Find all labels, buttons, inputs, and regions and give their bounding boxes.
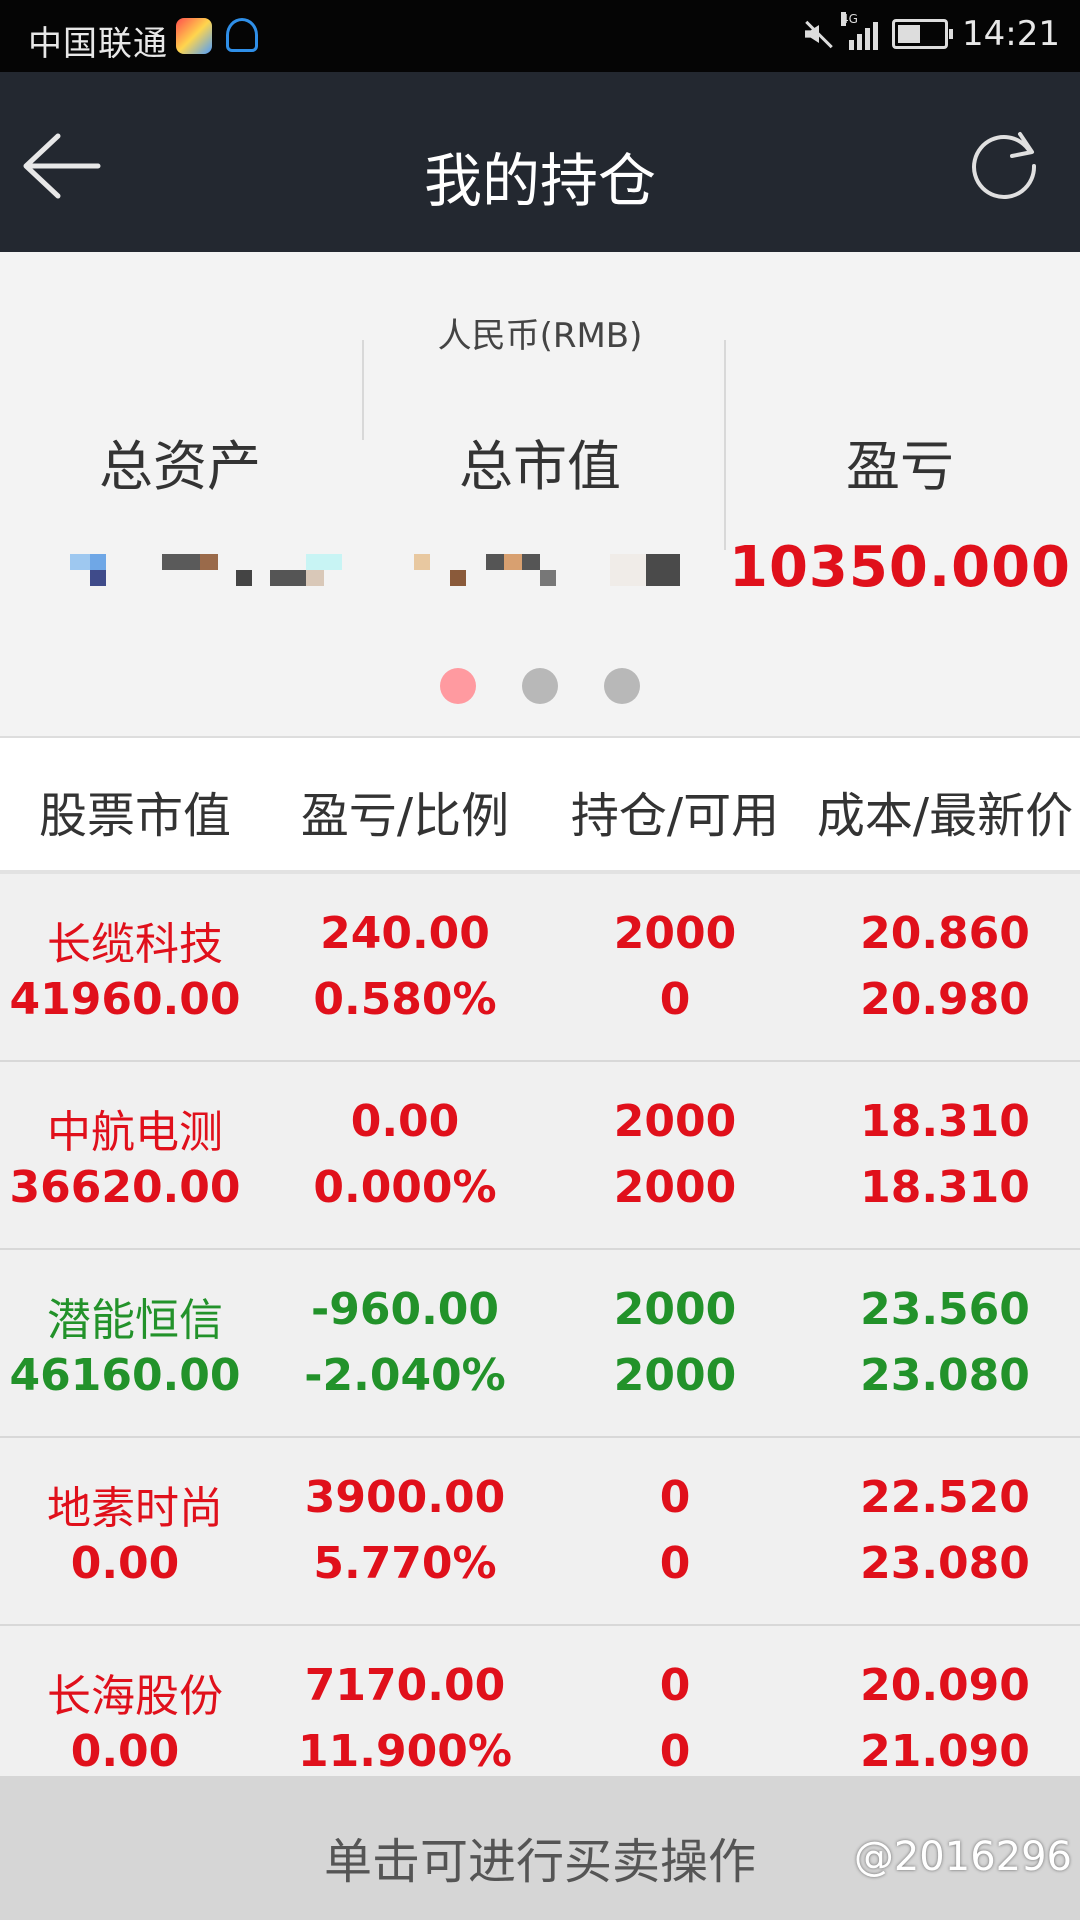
latest-price: 23.080 — [860, 1350, 1030, 1401]
profit-loss-ratio: 5.770% — [313, 1538, 497, 1589]
cost-price: 20.090 — [860, 1660, 1030, 1711]
available: 0 — [659, 974, 691, 1025]
stock-name: 潜能恒信 — [47, 1295, 223, 1346]
holding-row[interactable]: 长缆科技 41960.00 240.00 0.580% 2000 0 20.86… — [0, 874, 1080, 1062]
position: 0 — [659, 1472, 691, 1523]
available: 2000 — [613, 1162, 737, 1213]
header-position-available: 持仓/可用 — [570, 788, 780, 844]
holding-row[interactable]: 中航电测 36620.00 0.00 0.000% 2000 2000 18.3… — [0, 1062, 1080, 1250]
chat-notification-icon — [226, 18, 258, 52]
cost-price: 18.310 — [860, 1096, 1030, 1147]
mute-icon — [801, 17, 835, 51]
trade-hint-bar[interactable]: 单击可进行买卖操作 @2016296 — [0, 1776, 1080, 1920]
header-cost-latest: 成本/最新价 — [816, 788, 1074, 844]
page-dot[interactable] — [604, 668, 640, 704]
stock-market-value: 41960.00 — [9, 974, 241, 1025]
stock-market-value: 36620.00 — [9, 1162, 241, 1213]
holding-row[interactable]: 潜能恒信 46160.00 -960.00 -2.040% 2000 2000 … — [0, 1250, 1080, 1438]
status-bar: 中国联通 4G 14:21 — [0, 0, 1080, 72]
profit-loss-value: 10350.000 — [729, 535, 1071, 600]
header-stock-value: 股票市值 — [38, 788, 231, 844]
stock-name: 长缆科技 — [47, 919, 223, 970]
network-type: 4G — [841, 12, 858, 26]
account-summary-card[interactable]: 人民币(RMB) 总资产 总市值 盈亏 10350.000 — [0, 252, 1080, 736]
stock-market-value: 46160.00 — [9, 1350, 241, 1401]
cost-price: 23.560 — [860, 1284, 1030, 1335]
page-dot-active[interactable] — [440, 668, 476, 704]
profit-loss-ratio: -2.040% — [304, 1350, 506, 1401]
holdings-list: 长缆科技 41960.00 240.00 0.580% 2000 0 20.86… — [0, 874, 1080, 1814]
page-title: 我的持仓 — [423, 147, 656, 215]
profit-loss-ratio: 0.000% — [313, 1162, 497, 1213]
stock-market-value: 0.00 — [70, 1538, 180, 1589]
available: 2000 — [613, 1350, 737, 1401]
signal-icon: 4G — [841, 12, 879, 50]
profit-loss: 0.00 — [350, 1096, 460, 1147]
stock-name: 长海股份 — [47, 1671, 223, 1722]
holding-row[interactable]: 地素时尚 0.00 3900.00 5.770% 0 0 22.520 23.0… — [0, 1438, 1080, 1626]
holdings-table-header: 股票市值 盈亏/比例 持仓/可用 成本/最新价 — [0, 736, 1080, 876]
watermark: @2016296 — [853, 1834, 1072, 1880]
available: 0 — [659, 1726, 691, 1777]
profit-loss-ratio: 11.900% — [298, 1726, 512, 1777]
profit-loss-label: 盈亏 — [846, 435, 954, 498]
profit-loss: 盈亏 10350.000 — [720, 412, 1080, 600]
header-profit-ratio: 盈亏/比例 — [300, 788, 510, 844]
latest-price: 18.310 — [860, 1162, 1030, 1213]
title-bar: 我的持仓 — [0, 72, 1080, 252]
profit-loss: -960.00 — [310, 1284, 500, 1335]
stock-market-value: 0.00 — [70, 1726, 180, 1777]
column-divider — [362, 340, 364, 440]
cost-price: 20.860 — [860, 908, 1030, 959]
latest-price: 21.090 — [860, 1726, 1030, 1777]
column-divider — [724, 340, 726, 550]
profit-loss: 240.00 — [320, 908, 490, 959]
carrier-name: 中国联通 — [28, 24, 168, 64]
total-assets-label: 总资产 — [99, 435, 261, 498]
latest-price: 23.080 — [860, 1538, 1030, 1589]
stock-name: 中航电测 — [47, 1107, 223, 1158]
cost-price: 22.520 — [860, 1472, 1030, 1523]
position: 2000 — [613, 1096, 737, 1147]
currency-label: 人民币(RMB) — [437, 316, 643, 356]
page-dot[interactable] — [522, 668, 558, 704]
page-indicator — [0, 668, 1080, 708]
stock-name: 地素时尚 — [47, 1483, 223, 1534]
position: 2000 — [613, 908, 737, 959]
profit-loss: 3900.00 — [304, 1472, 506, 1523]
profit-loss-ratio: 0.580% — [313, 974, 497, 1025]
redacted-values — [70, 554, 700, 586]
available: 0 — [659, 1538, 691, 1589]
position: 2000 — [613, 1284, 737, 1335]
latest-price: 20.980 — [860, 974, 1030, 1025]
total-market-value-label: 总市值 — [459, 435, 621, 498]
position: 0 — [659, 1660, 691, 1711]
profit-loss: 7170.00 — [304, 1660, 506, 1711]
clock: 14:21 — [962, 14, 1060, 54]
refresh-icon[interactable] — [968, 126, 1044, 202]
app-notification-icon — [176, 18, 212, 54]
battery-icon — [892, 19, 954, 49]
